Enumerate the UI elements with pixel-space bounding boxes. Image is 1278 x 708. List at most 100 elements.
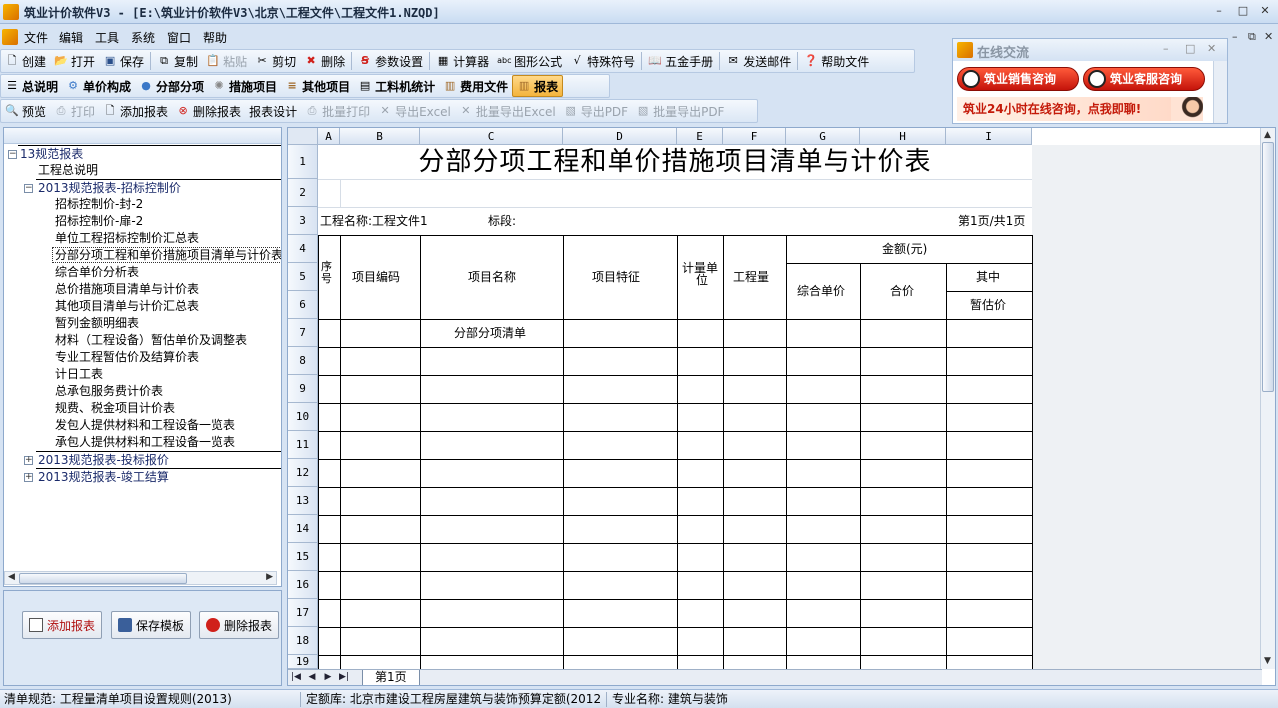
menu-tools[interactable]: 工具 (95, 29, 119, 46)
create-button[interactable]: 🗋 创建 (1, 50, 50, 72)
row-header[interactable]: 8 (288, 347, 318, 375)
tree-item[interactable]: 总价措施项目清单与计价表 (53, 281, 281, 298)
minimize-button[interactable]: – (1210, 3, 1228, 19)
column-header[interactable]: C (420, 128, 563, 145)
row-header[interactable]: 9 (288, 375, 318, 403)
tree-item[interactable]: 发包人提供材料和工程设备一览表 (53, 417, 281, 434)
prev-sheet-icon[interactable]: ◀ (306, 672, 318, 682)
open-button[interactable]: 📂 打开 (50, 50, 99, 72)
labor-material-stats-button[interactable]: ▤ 工料机统计 (354, 75, 439, 97)
row-header[interactable]: 16 (288, 571, 318, 599)
first-sheet-icon[interactable]: |◀ (290, 672, 302, 682)
print-button[interactable]: ⎙ 打印 (50, 100, 99, 122)
scroll-left-icon[interactable]: ◀ (8, 572, 15, 582)
scroll-down-icon[interactable]: ▼ (1264, 656, 1271, 666)
row-header[interactable]: 11 (288, 431, 318, 459)
tree-item[interactable]: 专业工程暂估价及结算价表 (53, 349, 281, 366)
collapse-icon[interactable]: − (24, 184, 33, 193)
tree-item[interactable]: 暂列金额明细表 (53, 315, 281, 332)
delete-report-button[interactable]: ⊗ 删除报表 (172, 100, 245, 122)
column-header[interactable]: E (677, 128, 723, 145)
row-header[interactable]: 12 (288, 459, 318, 487)
app-menu-icon[interactable] (2, 29, 18, 45)
tree-item[interactable]: −13规范报表 (8, 145, 281, 161)
row-header[interactable]: 18 (288, 627, 318, 655)
tree-item[interactable]: +2013规范报表-投标报价 (24, 451, 281, 467)
tree-item[interactable]: 单位工程招标控制价汇总表 (53, 230, 281, 247)
add-report-button[interactable]: 🗋 添加报表 (99, 100, 172, 122)
chat-banner[interactable]: 筑业24小时在线咨询，点我即聊! (957, 97, 1203, 121)
delete-button[interactable]: ✖ 删除 (300, 50, 349, 72)
sub-items-button[interactable]: ● 分部分项 (135, 75, 208, 97)
sales-consult-button[interactable]: 筑业销售咨询 (957, 67, 1079, 91)
menu-file[interactable]: 文件 (24, 29, 48, 46)
tree-item[interactable]: 规费、税金项目计价表 (53, 400, 281, 417)
paste-button[interactable]: 📋 粘贴 (202, 50, 251, 72)
expand-icon[interactable]: + (24, 456, 33, 465)
tree-item[interactable]: 计日工表 (53, 366, 281, 383)
measures-button[interactable]: ✺ 措施项目 (208, 75, 281, 97)
tree-item[interactable]: −2013规范报表-招标控制价 (24, 179, 281, 195)
tree-item[interactable]: 工程总说明 (36, 162, 281, 179)
scroll-thumb[interactable] (19, 573, 187, 584)
delete-report-panel-button[interactable]: 删除报表 (199, 611, 280, 639)
tree-item[interactable]: 承包人提供材料和工程设备一览表 (53, 434, 281, 451)
mdi-close-button[interactable]: ✕ (1264, 30, 1273, 43)
batch-print-button[interactable]: ⎙ 批量打印 (301, 100, 374, 122)
row-header[interactable]: 13 (288, 487, 318, 515)
column-header[interactable]: F (723, 128, 786, 145)
menu-help[interactable]: 帮助 (203, 29, 227, 46)
formula-button[interactable]: abc 图形公式 (493, 50, 566, 72)
row-header[interactable]: 15 (288, 543, 318, 571)
vertical-scroll-thumb[interactable] (1262, 142, 1274, 392)
tree-item[interactable]: 总承包服务费计价表 (53, 383, 281, 400)
save-template-button[interactable]: 保存模板 (111, 611, 192, 639)
column-header[interactable]: G (786, 128, 860, 145)
export-pdf-button[interactable]: ▧ 导出PDF (560, 100, 632, 122)
tree-item[interactable]: 材料（工程设备）暂估单价及调整表 (53, 332, 281, 349)
row-header[interactable]: 1 (288, 145, 318, 179)
collapse-icon[interactable]: − (8, 150, 17, 159)
service-consult-button[interactable]: 筑业客服咨询 (1083, 67, 1205, 91)
row-header[interactable]: 17 (288, 599, 318, 627)
column-header[interactable]: B (340, 128, 420, 145)
batch-export-pdf-button[interactable]: ▧ 批量导出PDF (632, 100, 728, 122)
send-mail-button[interactable]: ✉ 发送邮件 (722, 50, 795, 72)
menu-edit[interactable]: 编辑 (59, 29, 83, 46)
tree-item[interactable]: 综合单价分析表 (53, 264, 281, 281)
symbol-button[interactable]: √ 特殊符号 (566, 50, 639, 72)
next-sheet-icon[interactable]: ▶ (322, 672, 334, 682)
sheet-vertical-scrollbar[interactable]: ▲ ▼ (1260, 128, 1275, 669)
maximize-button[interactable]: □ (1234, 3, 1252, 19)
row-header[interactable]: 10 (288, 403, 318, 431)
sheet-tab-page1[interactable]: 第1页 (362, 670, 420, 685)
report-design-button[interactable]: 报表设计 (245, 100, 301, 122)
chat-maximize-button[interactable]: □ (1185, 42, 1195, 55)
copy-button[interactable]: ⧉ 复制 (153, 50, 202, 72)
tree-item[interactable]: 招标控制价-封-2 (53, 196, 281, 213)
chat-minimize-button[interactable]: – (1163, 42, 1169, 55)
scroll-right-icon[interactable]: ▶ (266, 572, 273, 582)
row-header[interactable]: 2 (288, 179, 318, 207)
cut-button[interactable]: ✂ 剪切 (251, 50, 300, 72)
row-header[interactable]: 19 (288, 655, 318, 669)
tree-horizontal-scrollbar[interactable]: ◀ ▶ (4, 571, 277, 585)
export-excel-button[interactable]: ✕ 导出Excel (374, 100, 455, 122)
scroll-up-icon[interactable]: ▲ (1264, 130, 1271, 140)
last-sheet-icon[interactable]: ▶| (338, 672, 350, 682)
close-button[interactable]: ✕ (1256, 3, 1274, 19)
preview-button[interactable]: 🔍 预览 (1, 100, 50, 122)
expand-icon[interactable]: + (24, 473, 33, 482)
calculator-button[interactable]: ▦ 计算器 (432, 50, 493, 72)
fee-file-button[interactable]: ▥ 费用文件 (439, 75, 512, 97)
column-header[interactable]: H (860, 128, 946, 145)
menu-system[interactable]: 系统 (131, 29, 155, 46)
tree-item[interactable]: +2013规范报表-竣工结算 (24, 468, 281, 484)
row-header[interactable]: 7 (288, 319, 318, 347)
sheet-corner[interactable] (288, 128, 318, 145)
add-report-panel-button[interactable]: 添加报表 (22, 611, 103, 639)
other-items-button[interactable]: ≡ 其他项目 (281, 75, 354, 97)
report-tab-button[interactable]: ▥ 报表 (512, 75, 564, 97)
row-header[interactable]: 14 (288, 515, 318, 543)
unit-price-composition-button[interactable]: ⚙ 单价构成 (62, 75, 135, 97)
